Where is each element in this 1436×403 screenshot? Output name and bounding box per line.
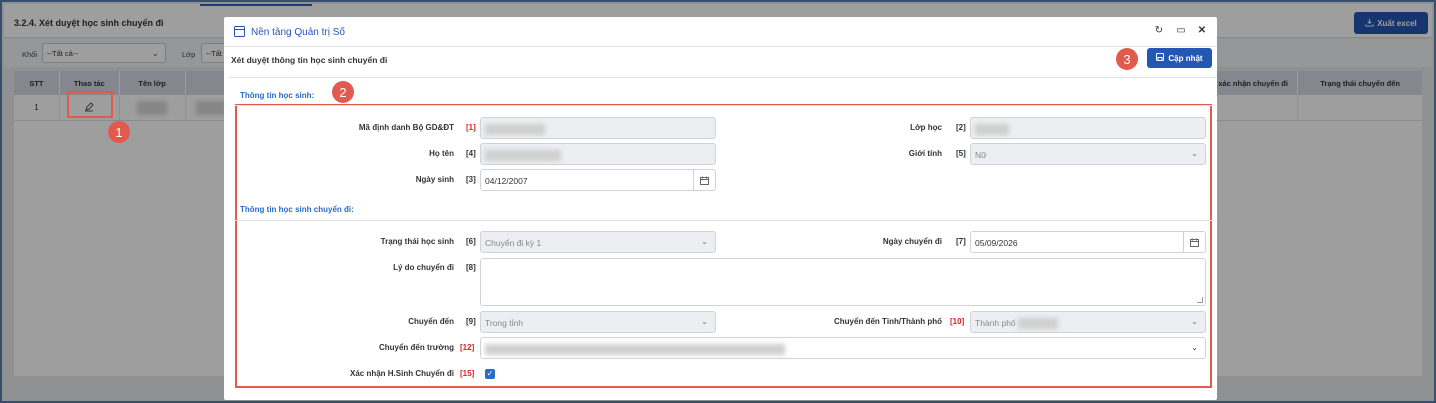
chuyen-den-tinh-index: [10] [950,317,965,326]
gioi-tinh-select[interactable]: Nữ ⌄ [970,143,1206,165]
ma-dinh-danh-index: [1] [466,123,476,132]
chuyen-den-truong-select[interactable]: ⌄ [480,337,1206,359]
trang-thai-index: [6] [466,237,476,246]
ho-ten-index: [4] [466,149,476,158]
ly-do-label: Lý do chuyển đi [393,263,454,272]
update-label: Cập nhật [1168,53,1203,63]
close-icon[interactable]: ✕ [1195,25,1209,36]
window-icon [234,26,245,39]
maximize-icon[interactable]: ▭ [1174,25,1188,36]
calendar-icon[interactable] [693,170,715,190]
blurred-name [485,150,561,162]
dialog-subtitle: Xét duyệt thông tin học sinh chuyển đi [231,55,388,65]
chuyen-den-index: [9] [466,317,476,326]
ngay-sinh-index: [3] [466,175,476,184]
chevron-down-icon: ⌄ [701,317,708,326]
chuyen-den-truong-index: [12] [460,343,475,352]
blurred-school [485,344,785,356]
chevron-down-icon: ⌄ [701,237,708,246]
chevron-down-icon: ⌄ [1191,317,1198,326]
xac-nhan-checkbox[interactable]: ✓ [485,369,495,379]
ngay-chuyen-di-field[interactable]: 05/09/2026 [970,231,1206,253]
ly-do-index: [8] [466,263,476,272]
lop-hoc-index: [2] [956,123,966,132]
annotation-badge-3: 3 [1116,48,1138,70]
chuyen-den-value: Trong tỉnh [485,318,523,328]
trang-thai-value: Chuyển đi kỳ 1 [485,238,542,248]
calendar-icon[interactable] [1183,232,1205,252]
chuyen-den-tinh-label: Chuyển đến Tỉnh/Thành phố [834,317,942,326]
ngay-chuyen-di-label: Ngày chuyển đi [882,237,942,246]
ma-dinh-danh-label: Mã định danh Bộ GD&ĐT [358,123,454,132]
blurred-class-name [975,124,1009,136]
dialog-title: Nền tảng Quản trị Số [251,27,345,38]
section-student-title: Thông tin học sinh: [240,91,315,100]
section-divider [234,220,1213,221]
chuyen-den-truong-label: Chuyển đến trường [378,343,454,352]
update-button[interactable]: Cập nhật [1147,48,1212,68]
transfer-approval-dialog: Nền tảng Quản trị Số ↻ ▭ ✕ Xét duyệt thô… [224,17,1217,400]
lop-hoc-field [970,117,1206,139]
section-transfer-title: Thông tin học sinh chuyển đi: [240,205,354,214]
chuyen-den-tinh-value: Thành phố [975,318,1016,328]
gioi-tinh-value: Nữ [975,150,987,160]
ngay-sinh-field[interactable]: 04/12/2007 [480,169,716,191]
annotation-badge-1: 1 [108,121,130,143]
ngay-chuyen-di-value: 05/09/2026 [975,238,1018,248]
ngay-chuyen-di-index: [7] [956,237,966,246]
chuyen-den-select[interactable]: Trong tỉnh ⌄ [480,311,716,333]
ngay-sinh-value: 04/12/2007 [485,176,528,186]
lop-hoc-label: Lớp học [910,123,942,132]
resize-handle-icon[interactable] [1197,297,1203,303]
gioi-tinh-label: Giới tính [908,149,942,158]
xac-nhan-label: Xác nhận H.Sinh Chuyển đi [349,369,454,378]
section-divider [234,105,1213,106]
chuyen-den-tinh-select[interactable]: Thành phố ⌄ [970,311,1206,333]
chuyen-den-label: Chuyển đến [408,317,454,326]
ngay-sinh-label: Ngày sinh [415,175,454,184]
trang-thai-label: Trạng thái học sinh [380,237,454,246]
ma-dinh-danh-field [480,117,716,139]
annotation-badge-2: 2 [332,81,354,103]
dialog-titlebar: Nền tảng Quản trị Số ↻ ▭ ✕ [224,17,1217,47]
trang-thai-select[interactable]: Chuyển đi kỳ 1 ⌄ [480,231,716,253]
ho-ten-field [480,143,716,165]
ly-do-textarea[interactable] [480,258,1206,306]
refresh-icon[interactable]: ↻ [1152,25,1166,36]
blurred-city [1018,318,1059,330]
blurred-id [485,124,545,136]
annotation-box-edit [67,91,113,118]
chevron-down-icon: ⌄ [1191,343,1198,352]
chevron-down-icon: ⌄ [1191,149,1198,158]
gioi-tinh-index: [5] [956,149,966,158]
xac-nhan-index: [15] [460,369,475,378]
ho-ten-label: Họ tên [429,149,454,158]
save-icon [1156,53,1165,63]
dialog-subheader: Xét duyệt thông tin học sinh chuyển đi C… [229,48,1217,78]
